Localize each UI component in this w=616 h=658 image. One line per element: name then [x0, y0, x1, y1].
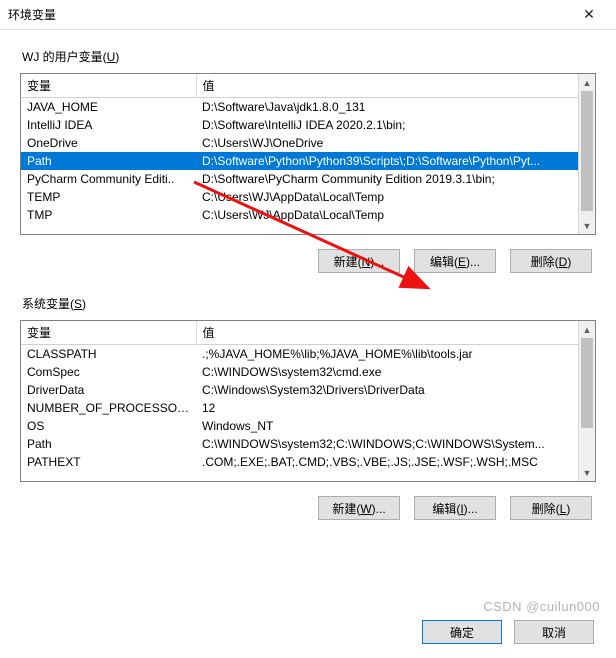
var-name-cell: DriverData: [21, 381, 196, 399]
close-button[interactable]: ✕: [570, 1, 608, 29]
sys-col-name[interactable]: 变量: [21, 321, 196, 345]
var-value-cell: C:\Users\WJ\OneDrive: [196, 134, 595, 152]
sys-button-row: 新建(W)... 编辑(I)... 删除(L): [20, 496, 596, 520]
var-name-cell: IntelliJ IDEA: [21, 116, 196, 134]
var-value-cell: D:\Software\IntelliJ IDEA 2020.2.1\bin;: [196, 116, 595, 134]
sys-new-button[interactable]: 新建(W)...: [318, 496, 400, 520]
sys-edit-button[interactable]: 编辑(I)...: [414, 496, 496, 520]
cancel-button[interactable]: 取消: [514, 620, 594, 644]
watermark-text: CSDN @cuilun000: [483, 599, 600, 614]
user-button-row: 新建(N)... 编辑(E)... 删除(D): [20, 249, 596, 273]
var-value-cell: Windows_NT: [196, 417, 595, 435]
user-edit-button[interactable]: 编辑(E)...: [414, 249, 496, 273]
system-vars-label: 系统变量(S): [22, 295, 596, 312]
var-name-cell: TEMP: [21, 188, 196, 206]
dialog-button-row: 确定 取消: [422, 620, 594, 644]
user-col-value[interactable]: 值: [196, 74, 595, 98]
table-row[interactable]: PyCharm Community Editi..D:\Software\PyC…: [21, 170, 595, 188]
table-row[interactable]: IntelliJ IDEAD:\Software\IntelliJ IDEA 2…: [21, 116, 595, 134]
user-vars-label: WJ 的用户变量(U): [22, 48, 596, 65]
var-name-cell: TMP: [21, 206, 196, 224]
user-vars-section: WJ 的用户变量(U) 变量 值 JAVA_HOMED:\Software\Ja…: [20, 48, 596, 273]
var-name-cell: CLASSPATH: [21, 345, 196, 364]
sys-scrollbar[interactable]: ▲ ▼: [578, 321, 595, 481]
var-name-cell: OneDrive: [21, 134, 196, 152]
table-row[interactable]: PathD:\Software\Python\Python39\Scripts\…: [21, 152, 595, 170]
table-row[interactable]: PATHEXT.COM;.EXE;.BAT;.CMD;.VBS;.VBE;.JS…: [21, 453, 595, 471]
scroll-up-icon[interactable]: ▲: [579, 321, 595, 338]
var-name-cell: Path: [21, 435, 196, 453]
var-name-cell: PyCharm Community Editi..: [21, 170, 196, 188]
var-value-cell: C:\Users\WJ\AppData\Local\Temp: [196, 188, 595, 206]
system-vars-section: 系统变量(S) 变量 值 CLASSPATH.;%JAVA_HOME%\lib;…: [20, 295, 596, 520]
user-delete-button[interactable]: 删除(D): [510, 249, 592, 273]
table-row[interactable]: CLASSPATH.;%JAVA_HOME%\lib;%JAVA_HOME%\l…: [21, 345, 595, 364]
var-name-cell: NUMBER_OF_PROCESSORS: [21, 399, 196, 417]
scroll-up-icon[interactable]: ▲: [579, 74, 595, 91]
table-row[interactable]: TEMPC:\Users\WJ\AppData\Local\Temp: [21, 188, 595, 206]
table-row[interactable]: OneDriveC:\Users\WJ\OneDrive: [21, 134, 595, 152]
table-row[interactable]: TMPC:\Users\WJ\AppData\Local\Temp: [21, 206, 595, 224]
var-value-cell: D:\Software\PyCharm Community Edition 20…: [196, 170, 595, 188]
var-name-cell: ComSpec: [21, 363, 196, 381]
var-value-cell: C:\WINDOWS\system32;C:\WINDOWS;C:\WINDOW…: [196, 435, 595, 453]
system-vars-table[interactable]: 变量 值 CLASSPATH.;%JAVA_HOME%\lib;%JAVA_HO…: [20, 320, 596, 482]
var-value-cell: C:\WINDOWS\system32\cmd.exe: [196, 363, 595, 381]
user-vars-table[interactable]: 变量 值 JAVA_HOMED:\Software\Java\jdk1.8.0_…: [20, 73, 596, 235]
user-new-button[interactable]: 新建(N)...: [318, 249, 400, 273]
titlebar: 环境变量 ✕: [0, 0, 616, 30]
var-value-cell: .;%JAVA_HOME%\lib;%JAVA_HOME%\lib\tools.…: [196, 345, 595, 364]
var-value-cell: .COM;.EXE;.BAT;.CMD;.VBS;.VBE;.JS;.JSE;.…: [196, 453, 595, 471]
table-row[interactable]: OSWindows_NT: [21, 417, 595, 435]
dialog-content: WJ 的用户变量(U) 变量 值 JAVA_HOMED:\Software\Ja…: [0, 30, 616, 544]
var-name-cell: OS: [21, 417, 196, 435]
var-value-cell: D:\Software\Java\jdk1.8.0_131: [196, 98, 595, 117]
user-scroll-thumb[interactable]: [581, 91, 593, 211]
var-value-cell: 12: [196, 399, 595, 417]
table-row[interactable]: JAVA_HOMED:\Software\Java\jdk1.8.0_131: [21, 98, 595, 117]
var-name-cell: Path: [21, 152, 196, 170]
var-value-cell: D:\Software\Python\Python39\Scripts\;D:\…: [196, 152, 595, 170]
sys-delete-button[interactable]: 删除(L): [510, 496, 592, 520]
table-row[interactable]: NUMBER_OF_PROCESSORS12: [21, 399, 595, 417]
scroll-down-icon[interactable]: ▼: [579, 217, 595, 234]
ok-button[interactable]: 确定: [422, 620, 502, 644]
sys-col-value[interactable]: 值: [196, 321, 595, 345]
scroll-down-icon[interactable]: ▼: [579, 464, 595, 481]
user-scrollbar[interactable]: ▲ ▼: [578, 74, 595, 234]
sys-scroll-thumb[interactable]: [581, 338, 593, 428]
var-name-cell: JAVA_HOME: [21, 98, 196, 117]
var-value-cell: C:\Users\WJ\AppData\Local\Temp: [196, 206, 595, 224]
user-col-name[interactable]: 变量: [21, 74, 196, 98]
table-row[interactable]: PathC:\WINDOWS\system32;C:\WINDOWS;C:\WI…: [21, 435, 595, 453]
window-title: 环境变量: [8, 6, 570, 23]
table-row[interactable]: DriverDataC:\Windows\System32\Drivers\Dr…: [21, 381, 595, 399]
var-name-cell: PATHEXT: [21, 453, 196, 471]
var-value-cell: C:\Windows\System32\Drivers\DriverData: [196, 381, 595, 399]
table-row[interactable]: ComSpecC:\WINDOWS\system32\cmd.exe: [21, 363, 595, 381]
